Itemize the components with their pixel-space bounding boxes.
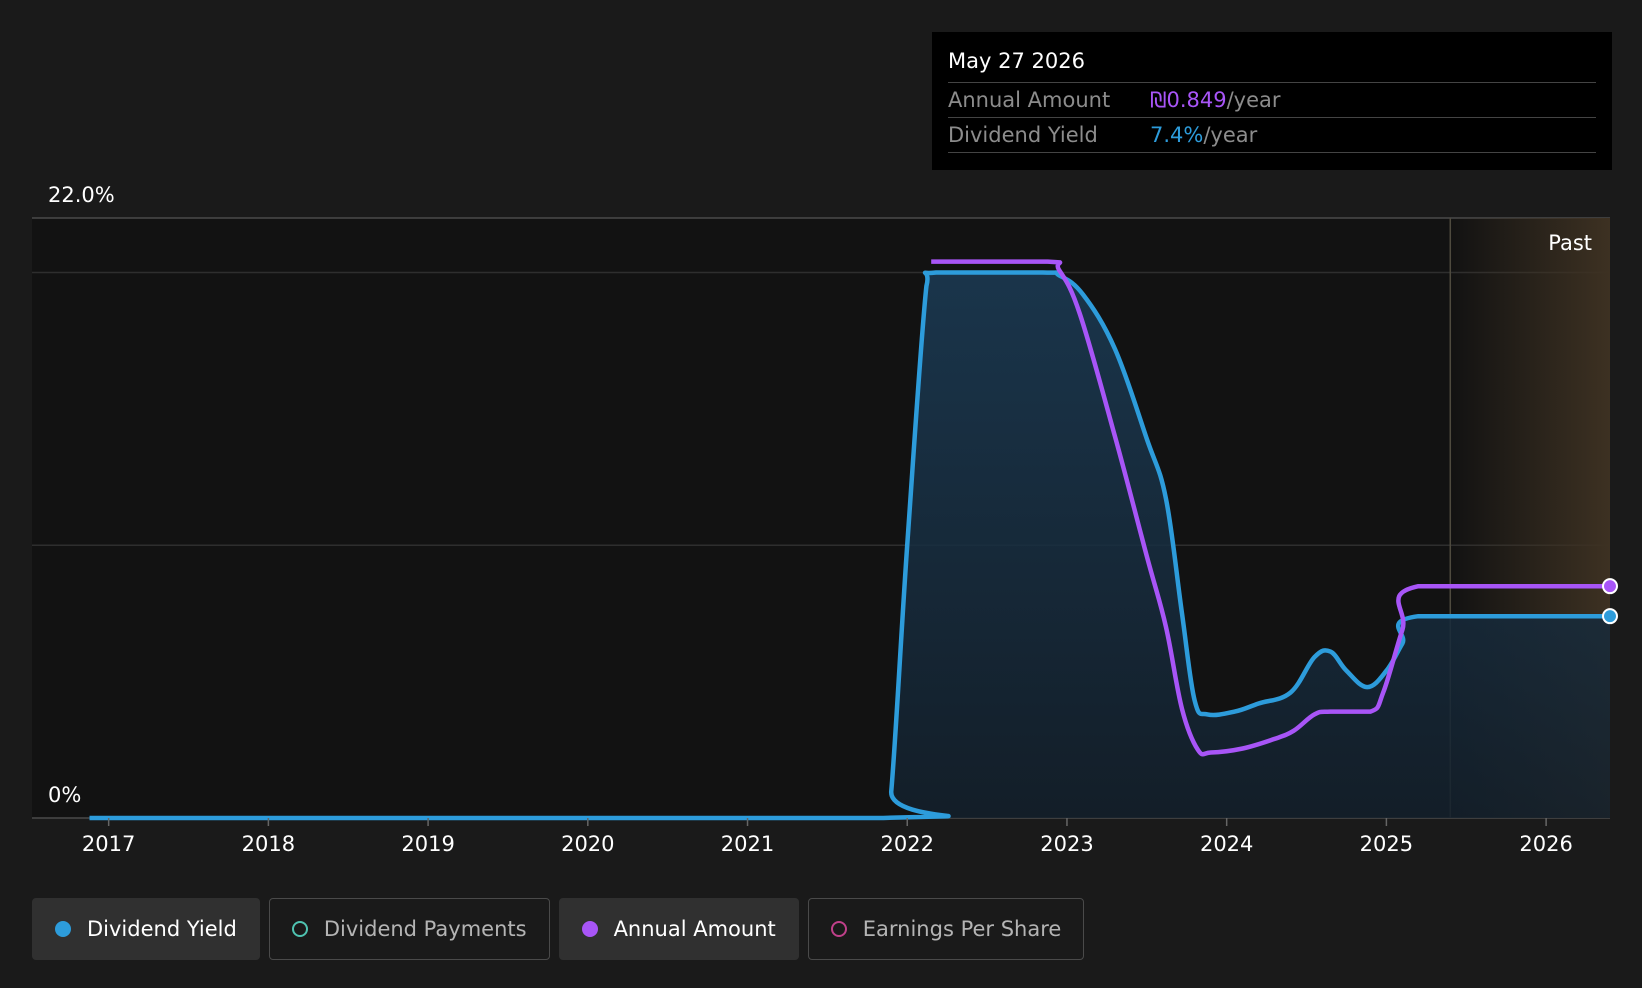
tooltip-annual-amount-unit: /year [1226, 88, 1281, 112]
legend-dividend-payments-label: Dividend Payments [323, 917, 527, 941]
dividend-yield-endpoint [1602, 608, 1618, 625]
x-tick-label: 2017 [82, 832, 135, 856]
x-tick-label: 2019 [401, 832, 454, 856]
annual-amount-dot-icon [581, 921, 598, 937]
x-tick-label: 2023 [1040, 832, 1093, 856]
chart-legend: Dividend Yield Dividend Payments Annual … [32, 898, 1085, 960]
past-label: Past [1548, 231, 1592, 255]
x-tick-label: 2021 [721, 832, 774, 856]
tooltip-dividend-yield-value: 7.4% [1150, 123, 1204, 147]
legend-dividend-payments-button[interactable]: Dividend Payments [268, 898, 550, 960]
tooltip-dividend-yield-row: Dividend Yield 7.4%/year [948, 118, 1596, 153]
tooltip-dividend-yield-label: Dividend Yield [948, 123, 1098, 147]
x-tick-label: 2020 [561, 832, 614, 856]
legend-dividend-yield-label: Dividend Yield [87, 917, 237, 941]
tooltip-dividend-yield-unit: /year [1203, 123, 1258, 147]
y-tick-label-top: 22.0% [48, 183, 115, 207]
tooltip-annual-amount-row: Annual Amount ₪0.849/year [948, 83, 1596, 118]
x-tick-label: 2026 [1519, 832, 1572, 856]
tooltip-annual-amount-value: ₪0.849 [1150, 88, 1227, 112]
dividend-payments-dot-icon [291, 921, 308, 937]
x-tick-label: 2025 [1360, 832, 1413, 856]
y-tick-label-bottom: 0% [48, 783, 81, 807]
hover-tooltip: May 27 2026 Annual Amount ₪0.849/year Div… [932, 32, 1612, 170]
legend-dividend-yield-button[interactable]: Dividend Yield [32, 898, 260, 960]
legend-annual-amount-label: Annual Amount [613, 917, 776, 941]
legend-annual-amount-button[interactable]: Annual Amount [558, 898, 799, 960]
x-axis-ticks: 2017 2018 2019 2020 2021 2022 2023 2024 2025 2026 [82, 818, 1573, 856]
x-tick-label: 2024 [1200, 832, 1253, 856]
annual-amount-endpoint [1602, 578, 1618, 595]
x-tick-label: 2022 [881, 832, 934, 856]
dividend-yield-dot-icon [55, 921, 71, 937]
legend-earnings-per-share-button[interactable]: Earnings Per Share [807, 898, 1085, 960]
earnings-per-share-dot-icon [830, 921, 847, 937]
tooltip-date: May 27 2026 [948, 32, 1596, 83]
tooltip-annual-amount-label: Annual Amount [948, 88, 1111, 112]
x-tick-label: 2018 [242, 832, 295, 856]
legend-earnings-per-share-label: Earnings Per Share [862, 917, 1062, 941]
